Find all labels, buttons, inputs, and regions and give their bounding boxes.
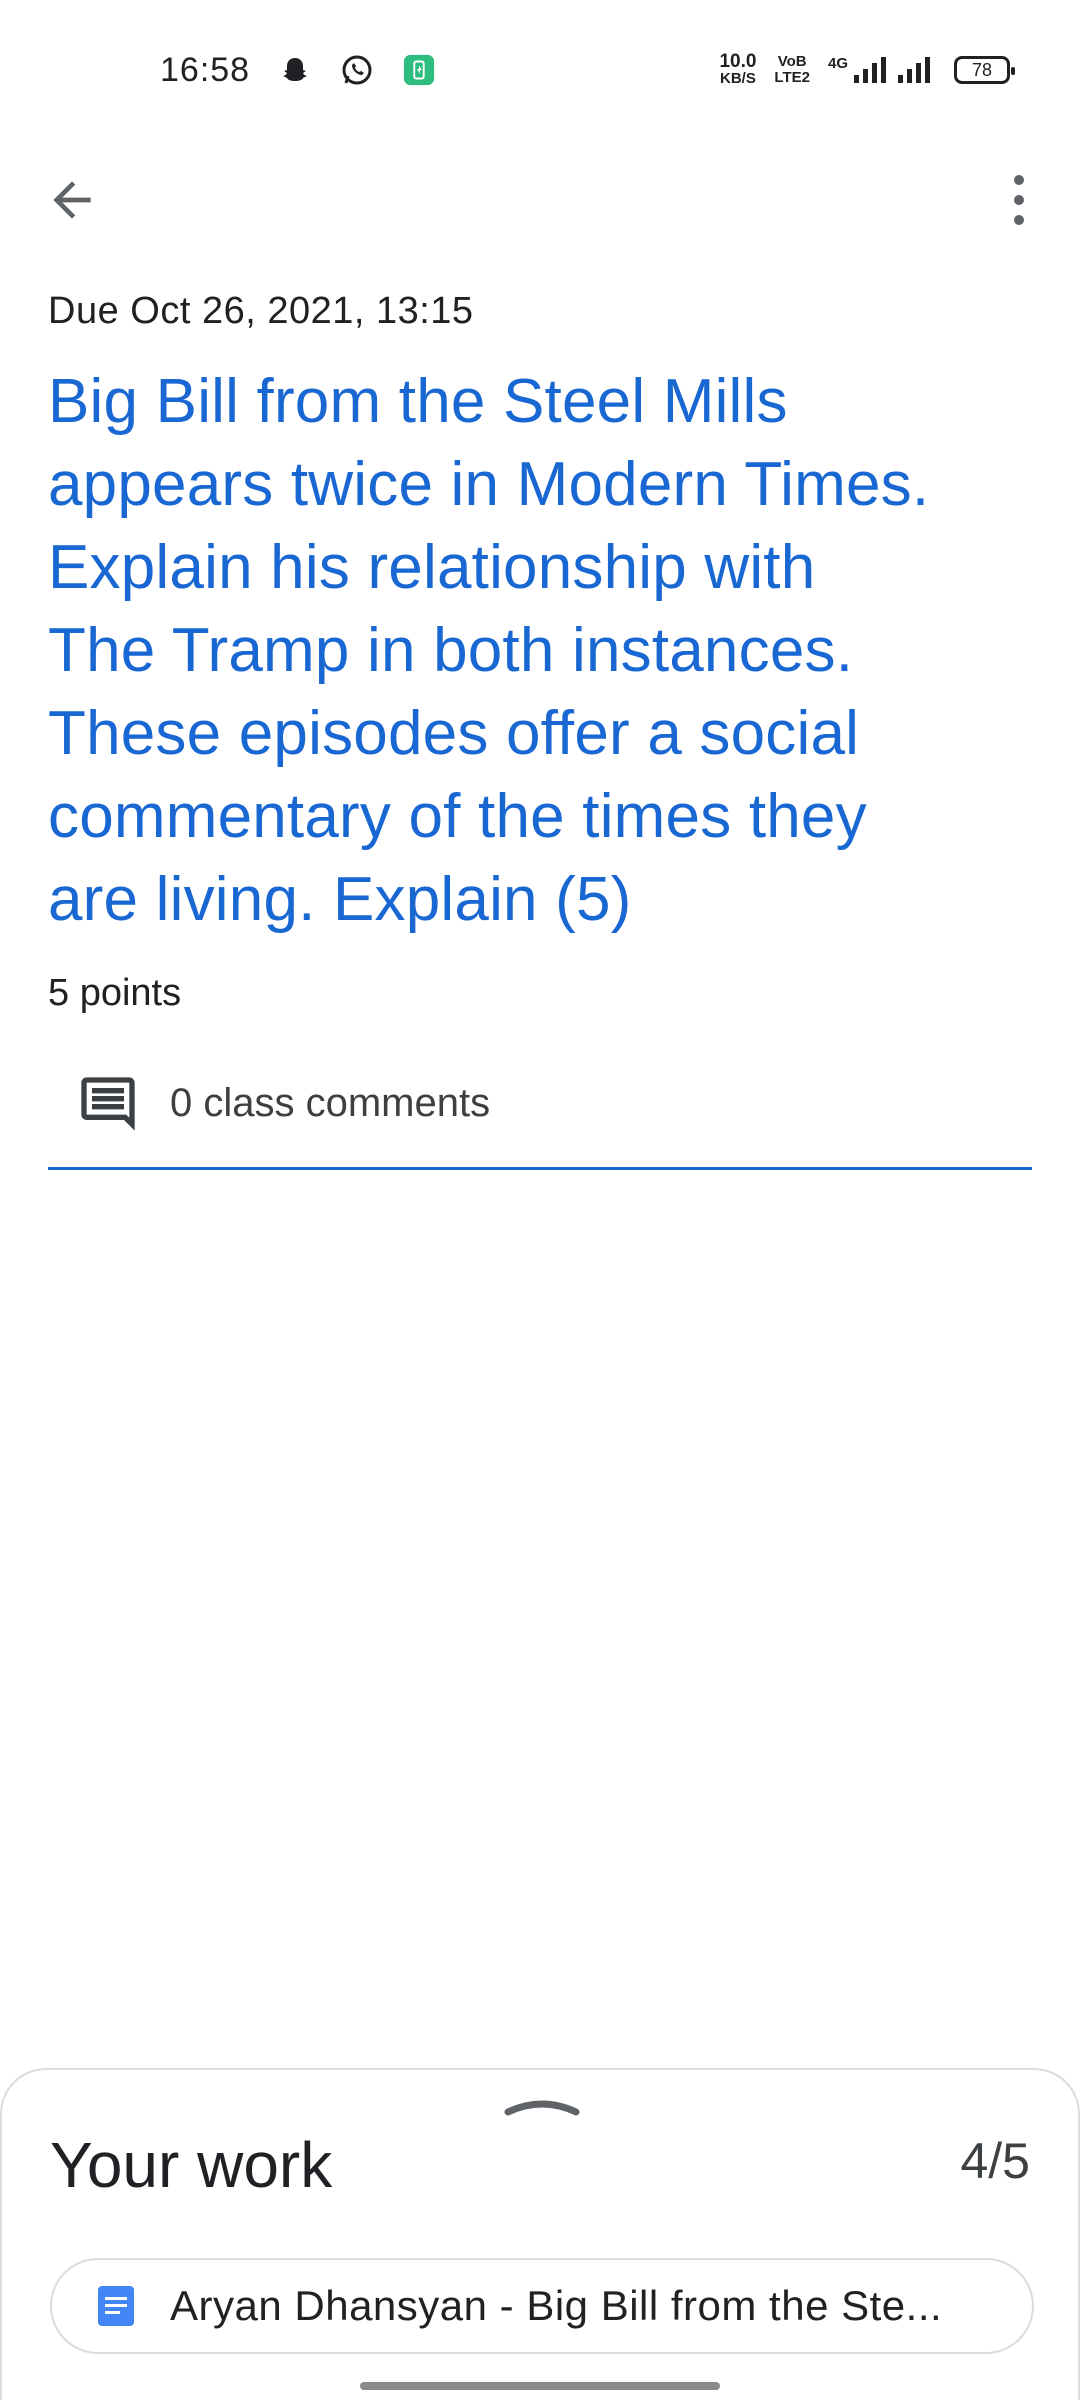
- attachment-chip[interactable]: Aryan Dhansyan - Big Bill from the Ste..…: [50, 2258, 1034, 2354]
- net-speed-unit: KB/S: [720, 70, 756, 87]
- more-vert-icon: [1014, 175, 1024, 225]
- due-date: Due Oct 26, 2021, 13:15: [48, 290, 474, 332]
- title-line: Big Bill from the Steel Mills: [48, 367, 788, 436]
- battery-saver-icon: [402, 53, 436, 87]
- title-line: commentary of the times they: [48, 782, 867, 851]
- chevron-up-icon[interactable]: [502, 2090, 582, 2120]
- your-work-sheet[interactable]: Your work 4/5 Aryan Dhansyan - Big Bill …: [0, 2068, 1080, 2400]
- arrow-back-icon: [53, 181, 91, 219]
- net-speed-value: 10.0: [719, 51, 757, 72]
- more-options-button[interactable]: [994, 170, 1044, 230]
- app-bar: [0, 150, 1080, 250]
- back-button[interactable]: [44, 170, 124, 230]
- battery-icon: 78: [954, 56, 1015, 84]
- status-time: 16:58: [160, 50, 251, 89]
- points-label: 5 points: [48, 972, 182, 1014]
- status-bar: 16:58 10.0 KB/S VoB LTE2 4G 78: [0, 0, 1080, 140]
- title-line: Explain his relationship with: [48, 533, 816, 602]
- assignment-title: Big Bill from the Steel Mills appears tw…: [48, 360, 1048, 941]
- title-line: appears twice in Modern Times.: [48, 450, 930, 519]
- whatsapp-icon: [340, 53, 374, 87]
- class-comments-button[interactable]: 0 class comments: [48, 1040, 1032, 1170]
- status-right: 10.0 KB/S VoB LTE2 4G 78: [719, 51, 1015, 87]
- network-type: 4G: [827, 55, 848, 72]
- title-line: These episodes offer a social: [48, 699, 860, 768]
- your-work-title: Your work: [50, 2129, 333, 2201]
- net-speed: 10.0 KB/S: [719, 51, 757, 87]
- status-left: 16:58: [160, 51, 436, 90]
- signal-icon: 4G: [828, 55, 936, 85]
- class-comments-label: 0 class comments: [170, 1081, 491, 1125]
- comment-icon: [76, 1072, 140, 1136]
- battery-level: 78: [971, 59, 993, 80]
- home-indicator[interactable]: [360, 2382, 720, 2390]
- your-work-count: 4/5: [960, 2133, 1030, 2189]
- volte-bottom: LTE2: [774, 69, 810, 86]
- volte-top: VoB: [777, 53, 807, 70]
- google-docs-icon: [94, 2284, 138, 2328]
- volte-indicator: VoB LTE2: [774, 54, 810, 86]
- title-line: are living. Explain (5): [48, 865, 632, 934]
- title-line: The Tramp in both instances.: [48, 616, 854, 685]
- snapchat-icon: [278, 53, 312, 87]
- attachment-label: Aryan Dhansyan - Big Bill from the Ste..…: [170, 2282, 943, 2329]
